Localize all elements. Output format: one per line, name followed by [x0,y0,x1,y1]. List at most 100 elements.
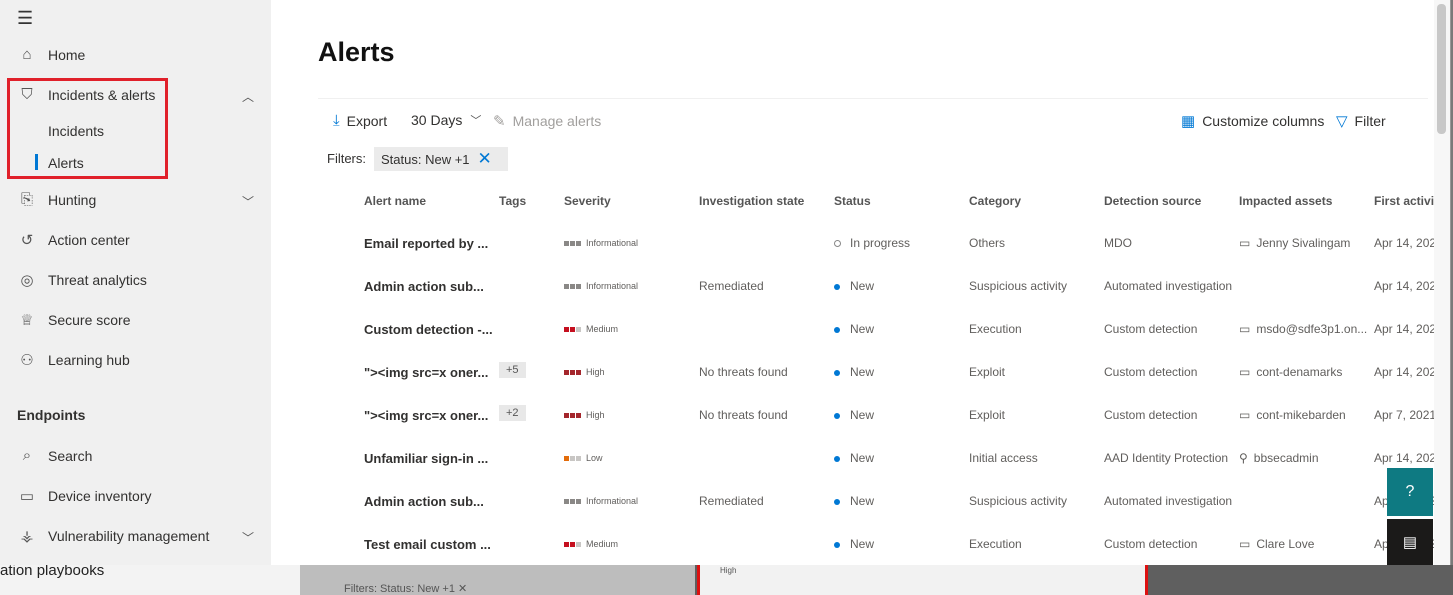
impacted-asset[interactable]: ▭ cont-mikebarden [1239,408,1346,422]
alert-name[interactable]: "><img src=x oner... [364,365,488,380]
impacted-asset[interactable]: ▭ cont-denamarks [1239,365,1342,379]
table-row[interactable]: "><img src=x oner... +2 High No threats fou… [271,394,1450,437]
manage-alerts-button[interactable]: ✎ Manage alerts [493,112,601,130]
table-row[interactable]: "><img src=x oner... +5 High No threats fou… [271,351,1450,394]
tag-badge[interactable]: +2 [499,405,526,421]
status-label: New [850,322,875,336]
table-row[interactable]: Unfamiliar sign-in ... Low New Initial acce… [271,437,1450,480]
column-header-category[interactable]: Category [969,194,1021,208]
customize-columns-label: Customize columns [1202,113,1325,129]
impacted-asset[interactable]: ▭ Clare Love [1239,537,1314,551]
impacted-asset[interactable]: ▭ msdo@sdfe3p1.on... [1239,322,1367,336]
column-header-status[interactable]: Status [834,194,871,208]
sidebar-item-secure-score[interactable]: ♕ Secure score [17,311,130,329]
threat-icon: ◎ [20,272,34,289]
column-header-detection-source[interactable]: Detection source [1104,194,1201,208]
chevron-down-icon[interactable]: ﹀ [242,529,254,546]
category: Exploit [969,365,1006,379]
category: Execution [969,537,1022,551]
severity-label: Informational [586,238,639,248]
sidebar-item-label: Secure score [48,312,131,328]
column-header-tags[interactable]: Tags [499,194,526,208]
status-cell: New [834,451,874,465]
sidebar-item-vulnerability-management[interactable]: ⚶ Vulnerability management [17,527,210,545]
detection-source: MDO [1104,236,1132,250]
status-label: New [850,408,875,422]
category: Suspicious activity [969,279,1068,293]
status-dot [834,412,840,419]
alert-name[interactable]: Admin action sub... [364,494,484,509]
divider [318,98,1428,99]
date-range-dropdown[interactable]: 30 Days ﹀ [411,112,481,128]
sidebar-item-search[interactable]: ⌕ Search [17,447,93,464]
customize-columns-button[interactable]: ▦ Customize columns [1181,112,1324,130]
severity-label: Medium [586,324,619,334]
alert-name[interactable]: Custom detection -... [364,322,493,337]
table-row[interactable]: Custom detection -... Medium New Execution C… [271,308,1450,351]
sidebar-item-label: Action center [48,232,130,248]
severity-bar [570,541,575,547]
filter-button[interactable]: ▽ Filter [1336,112,1386,130]
impacted-asset[interactable]: ▭ Jenny Sivalingam [1239,236,1350,250]
tag-badge[interactable]: +5 [499,362,526,378]
help-button[interactable]: ? [1387,468,1433,516]
alert-name[interactable]: Test email custom ... [364,537,491,552]
close-icon[interactable]: ✕ [478,149,492,169]
column-header-investigation-state[interactable]: Investigation state [699,194,804,208]
menu-icon[interactable]: ☰ [17,8,33,29]
table-row[interactable]: Email reported by ... Informational In pro… [271,222,1450,265]
status-cell: In progress [834,236,910,250]
scrollbar-thumb[interactable] [1437,4,1446,134]
severity-bar [564,455,569,461]
filter-chip[interactable]: Status: New +1 ✕ [374,147,508,171]
severity-bar [564,541,569,547]
severity-bar [576,240,581,246]
column-header-impacted-assets[interactable]: Impacted assets [1239,194,1332,208]
table-row[interactable]: Test email custom ... Medium New Execution C… [271,523,1450,565]
severity-cell: Informational [564,281,638,291]
status-cell: New [834,279,874,293]
sidebar-item-home[interactable]: ⌂ Home [17,46,85,63]
sidebar-item-label: Vulnerability management [48,528,210,544]
chevron-down-icon[interactable]: ﹀ [242,193,254,210]
tags-cell: +2 [499,405,526,421]
filter-icon: ▽ [1336,113,1348,130]
chevron-up-icon[interactable]: ︿ [242,88,254,105]
table-row[interactable]: Admin action sub... Informational Remediat… [271,265,1450,308]
first-activity: Apr 14, 2021 [1374,365,1443,379]
severity-bar [564,283,569,289]
sidebar-item-hunting[interactable]: ⎘ Hunting [17,191,96,208]
category: Initial access [969,451,1038,465]
detection-source: Custom detection [1104,365,1198,379]
sidebar-item-label: Search [48,447,93,464]
sidebar-item-device-inventory[interactable]: ▭ Device inventory [17,487,152,505]
asset-label: cont-mikebarden [1256,408,1346,422]
alert-name[interactable]: Email reported by ... [364,236,488,251]
export-button[interactable]: ⤓ Export [333,112,387,129]
detection-source: Automated investigation [1104,494,1233,508]
column-header-alert-name[interactable]: Alert name [364,194,426,208]
asset-label: Clare Love [1256,537,1315,551]
column-header-severity[interactable]: Severity [564,194,611,208]
alert-name[interactable]: Admin action sub... [364,279,484,294]
category: Others [969,236,1006,250]
status-label: In progress [850,236,911,250]
asset-label: bbsecadmin [1253,451,1319,465]
device-icon: ▭ [1239,322,1251,336]
category: Execution [969,322,1022,336]
sidebar-item-action-center[interactable]: ↺ Action center [17,231,130,249]
table-row[interactable]: Admin action sub... Informational Remediat… [271,480,1450,523]
alert-name[interactable]: Unfamiliar sign-in ... [364,451,488,466]
sidebar-item-label: Learning hub [48,352,130,368]
download-icon: ⤓ [333,112,340,129]
feedback-button[interactable]: ▤ [1387,519,1433,565]
sidebar-item-label: Hunting [48,191,97,208]
severity-cell: High [564,367,605,377]
impacted-asset[interactable]: ⚲ bbsecadmin [1239,451,1319,465]
sidebar-item-threat-analytics[interactable]: ◎ Threat analytics [17,271,146,289]
status-dot [834,283,840,290]
alert-name[interactable]: "><img src=x oner... [364,408,488,423]
asset-label: msdo@sdfe3p1.on... [1256,322,1368,336]
sidebar-item-learning-hub[interactable]: ⚇ Learning hub [17,351,130,369]
severity-bar [570,455,575,461]
